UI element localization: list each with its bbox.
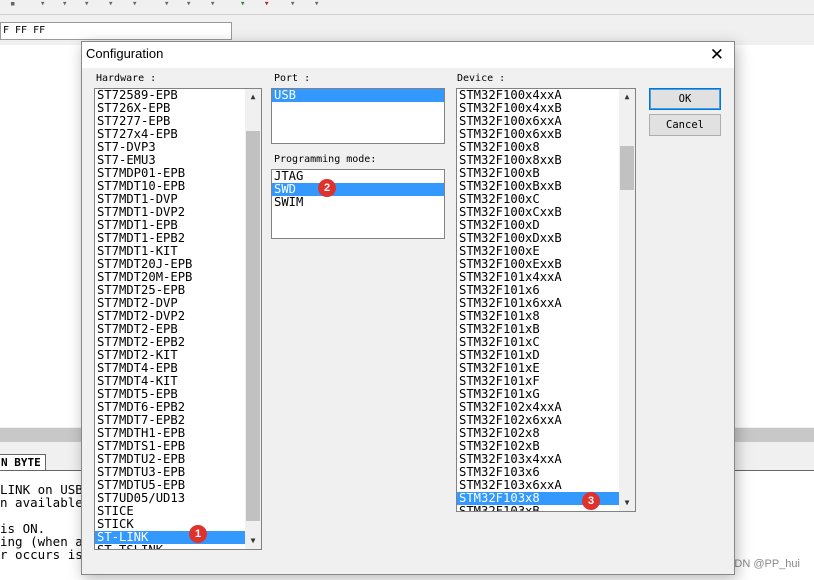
toolbar-icon[interactable]: ▾ xyxy=(264,0,276,9)
toolbar-icon[interactable]: ▾ xyxy=(132,0,144,9)
toolbar-icon[interactable]: ▾ xyxy=(164,0,176,9)
toolbar-icon[interactable]: ▾ xyxy=(186,0,198,9)
toolbar-icon[interactable]: ▾ xyxy=(210,0,222,9)
toolbar-icon[interactable]: ▾ xyxy=(108,0,120,9)
device-items: STM32F100x4xxA STM32F100x4xxB STM32F100x6x… xyxy=(457,89,635,512)
tab-byte[interactable]: N BYTE xyxy=(0,454,46,471)
scroll-down-icon[interactable]: ▼ xyxy=(619,496,635,510)
port-label: Port : xyxy=(274,73,311,84)
hardware-list-item[interactable]: ST-TSLINK xyxy=(95,544,261,550)
ok-button[interactable]: OK xyxy=(649,88,721,110)
configuration-dialog: Configuration ✕ Hardware : ST72589-EPB ST… xyxy=(81,41,735,575)
programming-mode-listbox[interactable]: JTAG SWD SWIM xyxy=(271,169,445,239)
annotation-marker-3: 3 xyxy=(582,492,600,510)
device-label: Device : xyxy=(457,73,506,84)
log-line: n available xyxy=(0,495,83,510)
toolbar-icon[interactable]: ▪ xyxy=(10,0,22,9)
toolbar-icon[interactable]: ▾ xyxy=(314,0,326,9)
port-list-item[interactable]: USB xyxy=(272,89,444,102)
programming-mode-list-item[interactable]: SWIM xyxy=(272,196,444,209)
device-list-item[interactable]: STM32F103xB xyxy=(457,505,635,512)
annotation-marker-1: 1 xyxy=(189,525,207,543)
port-items: USB xyxy=(272,89,444,102)
programming-mode-items: JTAG SWD SWIM xyxy=(272,170,444,209)
programming-mode-label: Programming mode: xyxy=(274,154,377,165)
programming-mode-list-item[interactable]: JTAG xyxy=(272,170,444,183)
log-line: r occurs is xyxy=(0,547,83,562)
close-icon[interactable]: ✕ xyxy=(710,45,724,65)
scroll-down-icon[interactable]: ▼ xyxy=(245,534,261,548)
background-toolbar: ▪ ▾ ▾ ▾ ▾ ▾ ▾ ▾ ▾ ▾ ▾ ▾ ▾ xyxy=(0,0,814,15)
hex-field[interactable]: F FF FF xyxy=(0,22,232,40)
annotation-marker-2: 2 xyxy=(318,179,336,197)
scroll-thumb[interactable] xyxy=(620,146,634,190)
port-listbox[interactable]: USB xyxy=(271,88,445,144)
hardware-items: ST72589-EPB ST726X-EPB ST7277-EPB ST727x4-E… xyxy=(95,89,261,550)
dialog-title: Configuration xyxy=(86,46,164,61)
toolbar-icon[interactable]: ▾ xyxy=(84,0,96,9)
toolbar-icon[interactable]: ▾ xyxy=(62,0,74,9)
toolbar-icon[interactable]: ▾ xyxy=(40,0,52,9)
device-listbox[interactable]: STM32F100x4xxA STM32F100x4xxB STM32F100x6x… xyxy=(456,88,636,512)
toolbar-icon[interactable]: ▾ xyxy=(240,0,252,9)
device-scrollbar[interactable]: ▲ ▼ xyxy=(619,89,635,511)
scroll-up-icon[interactable]: ▲ xyxy=(245,90,261,104)
hardware-listbox[interactable]: ST72589-EPB ST726X-EPB ST7277-EPB ST727x4-E… xyxy=(94,88,262,550)
dialog-titlebar[interactable]: Configuration ✕ xyxy=(82,42,734,68)
scroll-thumb[interactable] xyxy=(246,131,260,521)
hardware-label: Hardware : xyxy=(96,73,157,84)
cancel-button[interactable]: Cancel xyxy=(649,114,721,136)
scroll-up-icon[interactable]: ▲ xyxy=(619,90,635,104)
toolbar-icon[interactable]: ▾ xyxy=(290,0,302,9)
hardware-scrollbar[interactable]: ▲ ▼ xyxy=(245,89,261,549)
